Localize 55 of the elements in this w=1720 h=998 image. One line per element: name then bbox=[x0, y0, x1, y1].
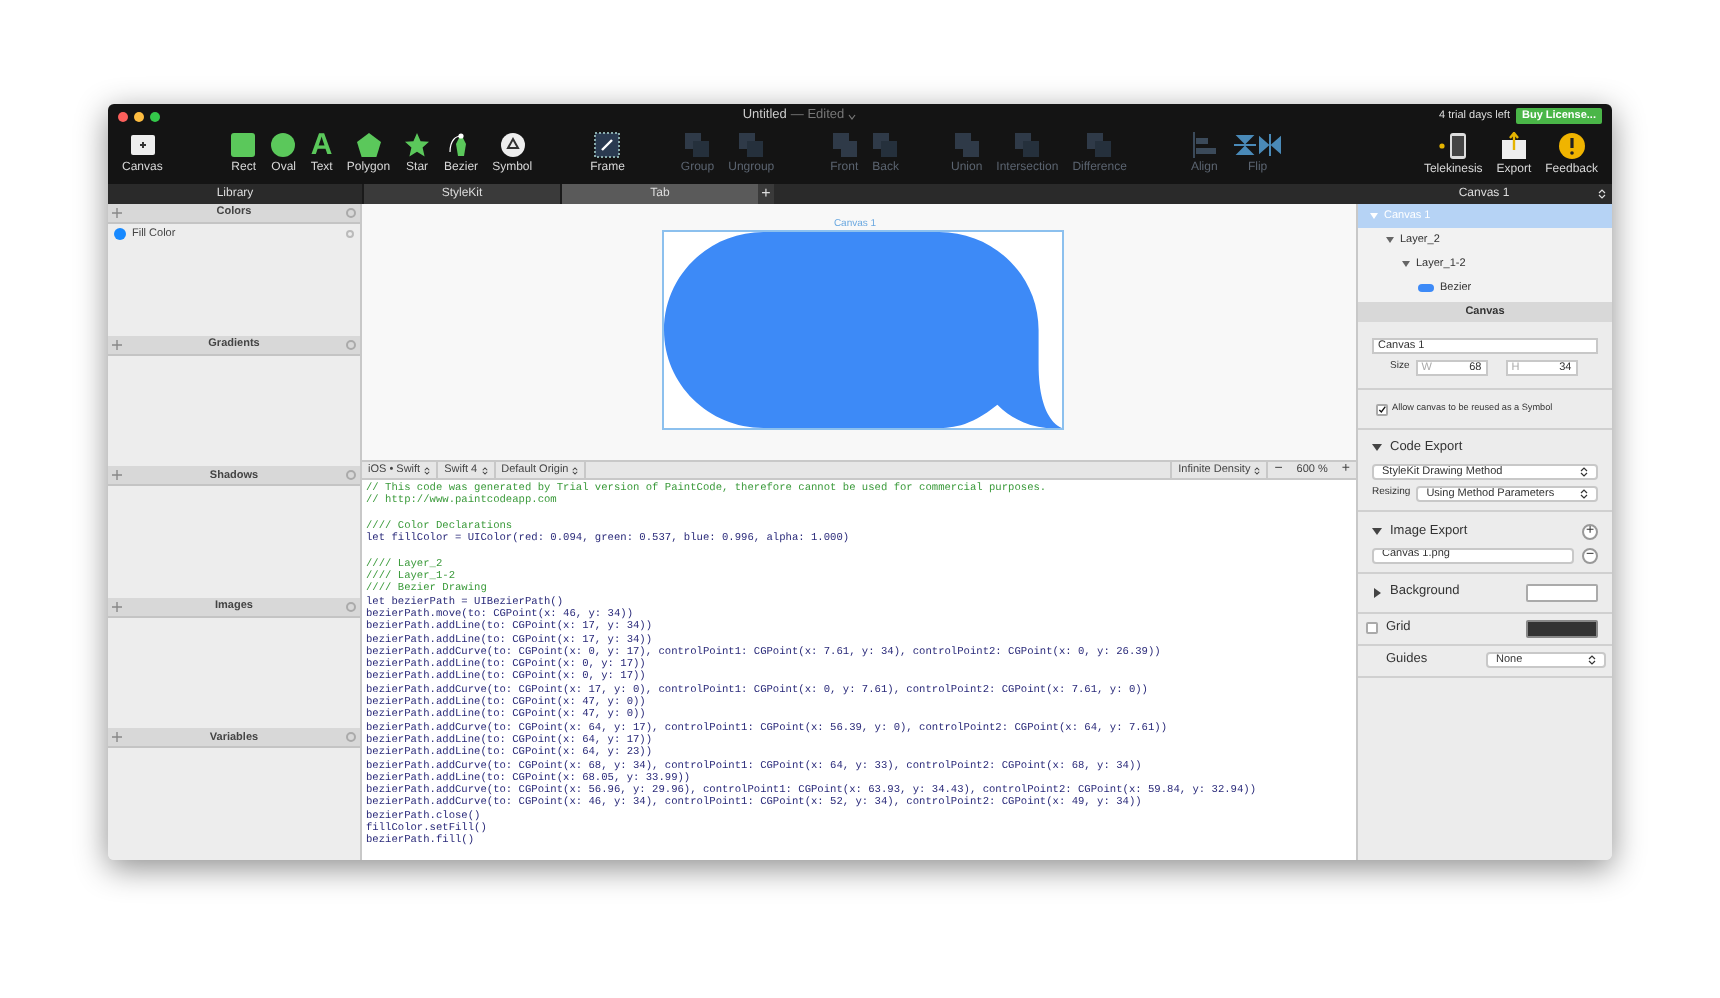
add-icon[interactable] bbox=[112, 470, 122, 481]
stepper-icon bbox=[1598, 188, 1606, 200]
overlap-icon bbox=[872, 132, 899, 158]
background-swatch[interactable] bbox=[1526, 583, 1598, 601]
frame-icon bbox=[594, 132, 621, 158]
add-icon[interactable] bbox=[112, 732, 122, 743]
minimize-button[interactable] bbox=[134, 111, 144, 121]
square-icon bbox=[230, 132, 257, 158]
expand-triangle-icon bbox=[1386, 236, 1394, 244]
export-icon bbox=[1499, 132, 1528, 160]
stepper-icon bbox=[572, 465, 579, 475]
star-icon bbox=[404, 132, 431, 158]
stepper-icon bbox=[1580, 487, 1588, 500]
stepper-icon bbox=[481, 465, 488, 475]
add-icon[interactable] bbox=[112, 339, 122, 350]
options-icon[interactable] bbox=[346, 208, 356, 218]
canvas-icon bbox=[129, 132, 156, 158]
stepper-icon bbox=[1254, 465, 1261, 475]
close-button[interactable] bbox=[118, 111, 128, 121]
checkbox[interactable] bbox=[1366, 622, 1378, 634]
overlap-icon bbox=[738, 132, 765, 158]
grid-swatch[interactable] bbox=[1526, 619, 1598, 637]
disclosure-triangle-icon[interactable] bbox=[1372, 442, 1382, 453]
options-icon[interactable] bbox=[346, 601, 356, 612]
chevron-down-icon bbox=[848, 113, 857, 119]
flip-icon bbox=[1231, 132, 1284, 158]
expand-triangle-icon bbox=[1370, 212, 1378, 220]
overlap-icon bbox=[684, 132, 711, 158]
disclosure-triangle-icon[interactable] bbox=[1372, 587, 1382, 597]
circle-icon bbox=[270, 132, 297, 158]
stepper-icon bbox=[1580, 465, 1588, 478]
letter-icon: A bbox=[310, 132, 333, 158]
phone-icon bbox=[1437, 132, 1470, 160]
warning-icon bbox=[1557, 132, 1586, 160]
stepper-icon bbox=[424, 465, 431, 475]
align-icon bbox=[1191, 132, 1218, 158]
add-tab-button[interactable]: + bbox=[758, 184, 774, 204]
options-icon[interactable] bbox=[346, 339, 356, 350]
overlap-icon bbox=[953, 132, 980, 158]
add-icon[interactable] bbox=[112, 208, 122, 218]
pentagon-icon bbox=[355, 132, 382, 158]
checkbox[interactable] bbox=[1376, 403, 1388, 415]
add-icon[interactable] bbox=[112, 601, 122, 612]
options-icon[interactable] bbox=[346, 732, 356, 743]
stepper-icon bbox=[1588, 654, 1596, 666]
options-icon[interactable] bbox=[346, 230, 354, 238]
overlap-icon bbox=[1086, 132, 1113, 158]
zoom-button[interactable] bbox=[150, 111, 160, 121]
shape-icon bbox=[1418, 284, 1434, 292]
disclosure-triangle-icon[interactable] bbox=[1372, 526, 1382, 537]
checkmark-icon bbox=[1378, 403, 1386, 415]
overlap-icon bbox=[1014, 132, 1041, 158]
overlap-icon bbox=[831, 132, 858, 158]
expand-triangle-icon bbox=[1402, 260, 1410, 268]
options-icon[interactable] bbox=[346, 470, 356, 481]
